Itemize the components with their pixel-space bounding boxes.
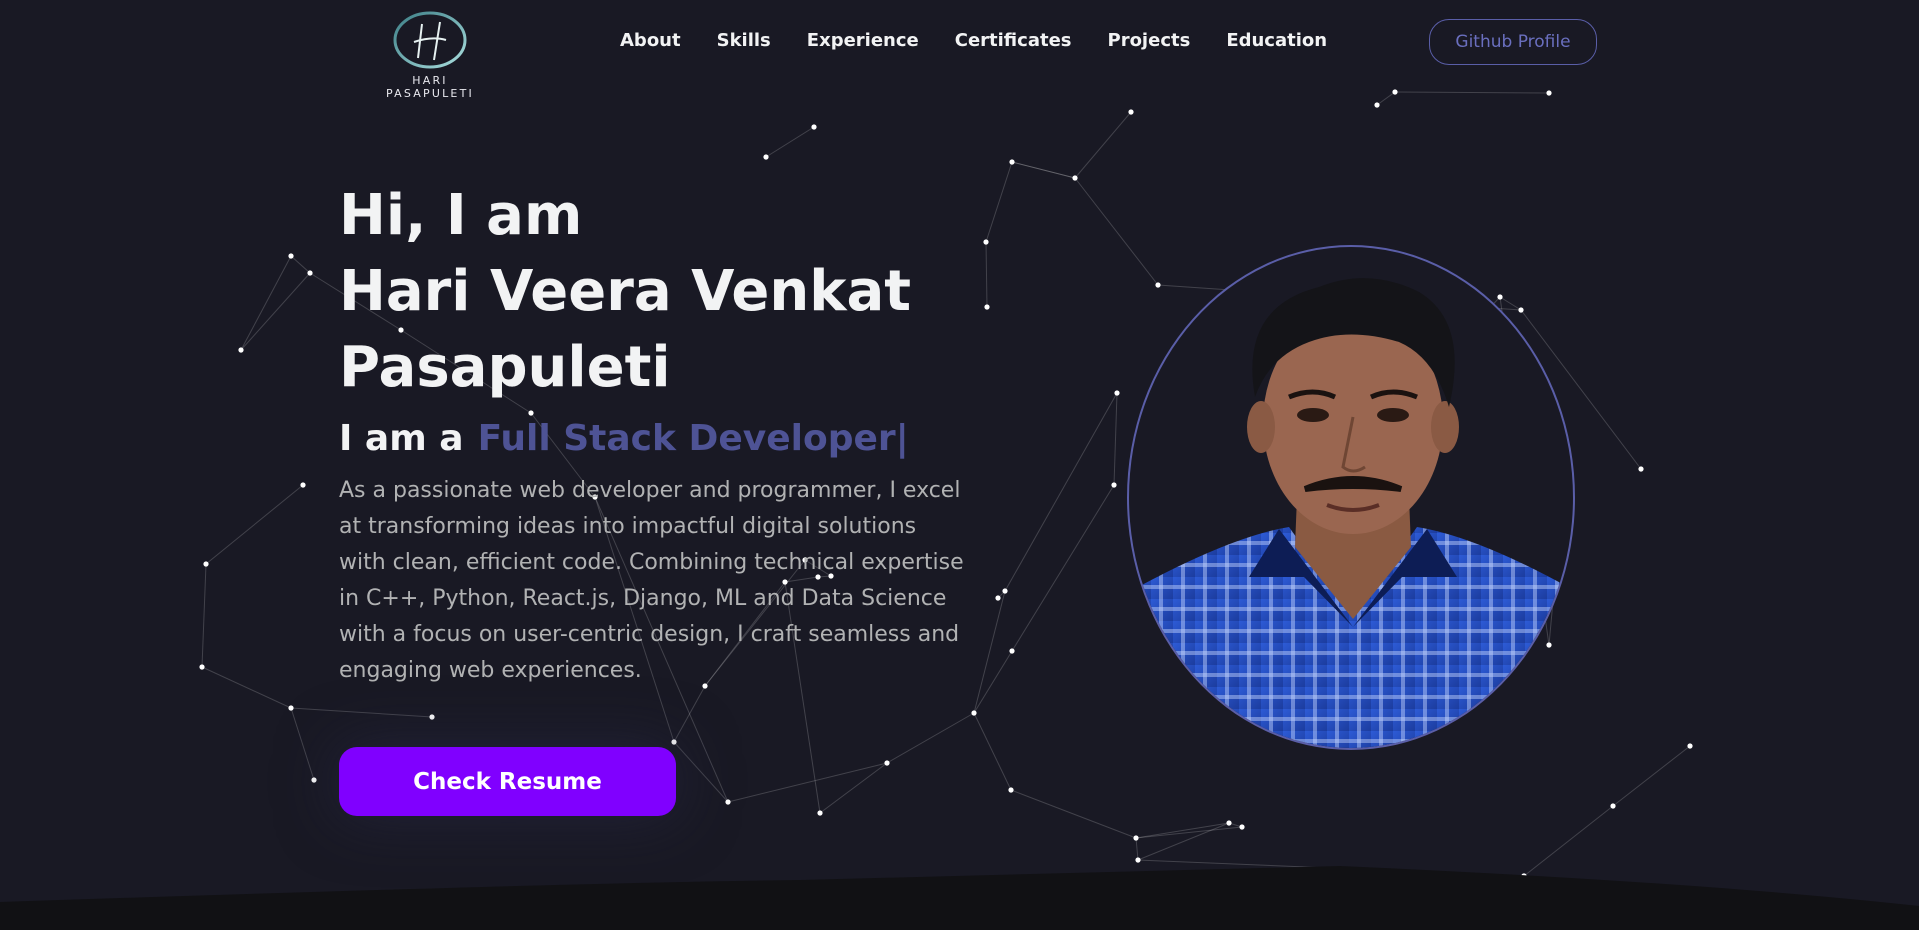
logo[interactable]: HARI PASAPULETI (366, 10, 494, 100)
particle-dot (971, 710, 977, 716)
particle-link (1612, 745, 1691, 807)
particle-dot (1392, 89, 1398, 95)
particle-dot (1239, 824, 1245, 830)
particle-link (290, 707, 433, 718)
particle-dot (1638, 466, 1644, 472)
bottom-wave (0, 866, 1919, 930)
particle-dot (1111, 482, 1117, 488)
particle-dot (1009, 648, 1015, 654)
profile-portrait (1129, 278, 1573, 748)
nav-about[interactable]: About (620, 30, 681, 51)
particle-dot (671, 739, 677, 745)
subtitle-role: Full Stack Developer| (477, 418, 909, 459)
hero-title-line2: Hari Veera Venkat (339, 259, 912, 324)
particle-link (1376, 91, 1396, 106)
particle-link (205, 484, 304, 565)
particle-link (1394, 91, 1550, 94)
particle-dot (1226, 820, 1232, 826)
particle-link (1010, 789, 1137, 839)
particle-dot (817, 810, 823, 816)
particle-dot (763, 154, 769, 160)
particle-dot (203, 561, 209, 567)
logo-name: HARI PASAPULETI (386, 74, 474, 100)
particle-link (1074, 177, 1159, 286)
particle-dot (1008, 787, 1014, 793)
h-monogram-logo (393, 11, 467, 69)
particle-link (985, 241, 988, 308)
particle-link (1499, 296, 1522, 311)
nav-skills[interactable]: Skills (717, 30, 771, 51)
particle-link (973, 712, 1012, 791)
particle-link (886, 712, 975, 764)
particle-link (1135, 837, 1139, 861)
particle-link (1137, 822, 1230, 861)
nav-links: About Skills Experience Certificates Pro… (620, 30, 1363, 51)
particle-dot (1072, 175, 1078, 181)
particle-dot (1546, 90, 1552, 96)
particle-link (765, 126, 815, 158)
particle-dot (307, 270, 313, 276)
particle-link (973, 650, 1013, 714)
particle-dot (1009, 159, 1015, 165)
particle-link (1074, 111, 1132, 179)
particle-dot (300, 482, 306, 488)
particle-dot (725, 799, 731, 805)
nav-education[interactable]: Education (1226, 30, 1327, 51)
particle-dot (1546, 642, 1552, 648)
github-profile-button[interactable]: Github Profile (1429, 19, 1597, 65)
particle-dot (984, 304, 990, 310)
particle-link (673, 741, 729, 803)
particle-dot (199, 664, 205, 670)
hero-title-line1: Hi, I am (339, 183, 583, 248)
particle-dot (1133, 835, 1139, 841)
particle-link (727, 762, 888, 803)
particle-dot (238, 347, 244, 353)
check-resume-button[interactable]: Check Resume (339, 747, 676, 816)
navbar: HARI PASAPULETI About Skills Experience … (0, 0, 1919, 100)
nav-projects[interactable]: Projects (1108, 30, 1191, 51)
particle-dot (288, 253, 294, 259)
particle-dot (811, 124, 817, 130)
particle-link (1004, 392, 1118, 592)
particle-dot (983, 239, 989, 245)
subtitle-lead: I am a (339, 418, 464, 459)
nav-experience[interactable]: Experience (807, 30, 919, 51)
hero-subtitle: I am a Full Stack Developer| (339, 418, 979, 459)
particle-dot (1155, 282, 1161, 288)
particle-dot (1114, 390, 1120, 396)
particle-dot (884, 760, 890, 766)
particle-dot (1497, 294, 1503, 300)
particle-dot (311, 777, 317, 783)
particle-link (1011, 484, 1115, 652)
hero-title-line3: Pasapuleti (339, 335, 671, 400)
hero-text: Hi, I am Hari Veera Venkat Pasapuleti I … (339, 178, 979, 689)
particle-dot (995, 595, 1001, 601)
particle-dot (1128, 109, 1134, 115)
particle-dot (1687, 743, 1693, 749)
particle-dot (1002, 588, 1008, 594)
particle-link (201, 666, 292, 709)
particle-link (819, 762, 888, 814)
particle-dot (429, 714, 435, 720)
particle-dot (1518, 307, 1524, 313)
particle-link (290, 707, 315, 781)
particle-link (1011, 161, 1076, 179)
particle-link (985, 161, 1013, 243)
profile-photo (1127, 245, 1575, 750)
particle-dot (1610, 803, 1616, 809)
particle-link (290, 255, 311, 274)
hero-description: As a passionate web developer and progra… (339, 478, 964, 683)
particle-link (1135, 822, 1230, 839)
particle-link (1113, 392, 1118, 486)
particle-link (201, 563, 207, 668)
particle-link (1135, 826, 1243, 839)
particle-dot (1374, 102, 1380, 108)
nav-certificates[interactable]: Certificates (955, 30, 1072, 51)
hero-title: Hi, I am Hari Veera Venkat Pasapuleti (339, 178, 979, 406)
particle-dot (288, 705, 294, 711)
